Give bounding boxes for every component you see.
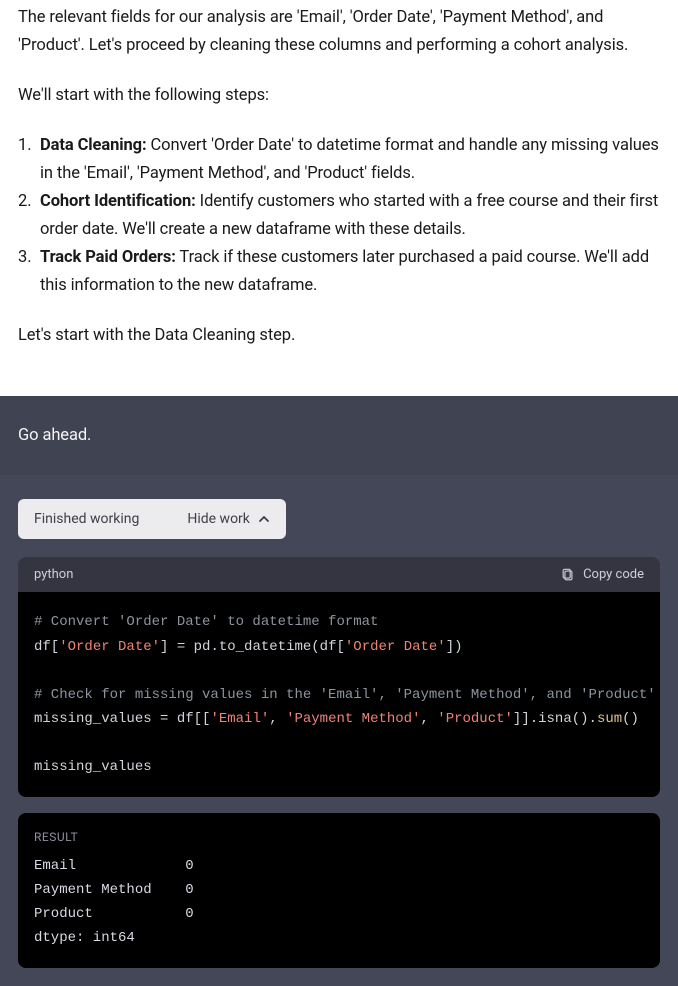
code-string: 'Order Date' xyxy=(345,639,446,655)
intro-paragraph-2: We'll start with the following steps: xyxy=(18,82,660,110)
code-text: ]].isna(). xyxy=(513,711,597,727)
code-text: , xyxy=(420,711,437,727)
code-string: 'Email' xyxy=(210,711,269,727)
user-message-text: Go ahead. xyxy=(18,426,91,445)
code-string: 'Product' xyxy=(437,711,513,727)
result-block: RESULT Email 0 Payment Method 0 Product … xyxy=(18,813,660,968)
intro-paragraph-3: Let's start with the Data Cleaning step. xyxy=(18,322,660,350)
code-text: df[ xyxy=(34,639,59,655)
chevron-up-icon xyxy=(258,513,270,525)
list-item: Data Cleaning: Convert 'Order Date' to d… xyxy=(18,132,660,188)
copy-code-label: Copy code xyxy=(583,567,644,582)
step-title: Data Cleaning: xyxy=(40,136,147,155)
code-string: 'Payment Method' xyxy=(286,711,420,727)
code-body[interactable]: # Convert 'Order Date' to datetime forma… xyxy=(18,592,660,797)
code-text: , xyxy=(269,711,286,727)
list-item: Track Paid Orders: Track if these custom… xyxy=(18,244,660,300)
code-text: ]) xyxy=(446,639,463,655)
user-message: Go ahead. xyxy=(0,396,678,475)
list-item: Cohort Identification: Identify customer… xyxy=(18,188,660,244)
copy-code-button[interactable]: Copy code xyxy=(561,567,644,582)
finished-working-toggle[interactable]: Finished working Hide work xyxy=(18,499,286,539)
step-title: Track Paid Orders: xyxy=(40,248,176,267)
steps-list: Data Cleaning: Convert 'Order Date' to d… xyxy=(18,132,660,300)
result-body: Email 0 Payment Method 0 Product 0 dtype… xyxy=(34,854,644,950)
code-block: python Copy code # Convert 'Order Date' … xyxy=(18,557,660,797)
code-text: () xyxy=(622,711,639,727)
code-fn: sum xyxy=(597,711,622,727)
hide-work-label: Hide work xyxy=(187,511,250,527)
assistant-code-message: Finished working Hide work python Copy c… xyxy=(0,475,678,985)
clipboard-icon xyxy=(561,568,575,582)
code-string: 'Order Date' xyxy=(59,639,160,655)
code-text: missing_values = df[[ xyxy=(34,711,210,727)
code-text: ] = pd.to_datetime(df[ xyxy=(160,639,345,655)
status-label: Finished working xyxy=(34,511,139,527)
code-header: python Copy code xyxy=(18,557,660,592)
intro-paragraph-1: The relevant fields for our analysis are… xyxy=(18,4,660,60)
code-comment: # Check for missing values in the 'Email… xyxy=(34,687,660,703)
code-comment: # Convert 'Order Date' to datetime forma… xyxy=(34,614,378,630)
code-language-label: python xyxy=(34,567,73,582)
hide-work-group: Hide work xyxy=(187,511,270,527)
assistant-message-intro: The relevant fields for our analysis are… xyxy=(0,0,678,378)
step-title: Cohort Identification: xyxy=(40,192,196,211)
code-text: missing_values xyxy=(34,759,152,775)
result-label: RESULT xyxy=(34,827,644,848)
